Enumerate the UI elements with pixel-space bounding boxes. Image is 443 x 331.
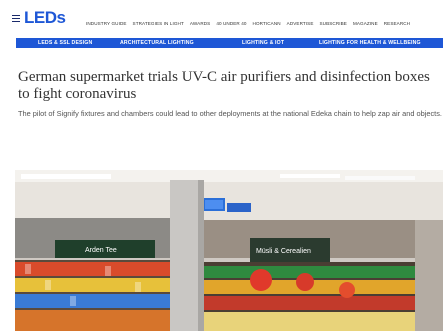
nav-subscribe[interactable]: SUBSCRIBE bbox=[320, 21, 347, 26]
nav-40-under-40[interactable]: 40 UNDER 40 bbox=[216, 21, 246, 26]
nav-advertise[interactable]: ADVERTISE bbox=[287, 21, 314, 26]
section-lighting-health[interactable]: LIGHTING FOR HEALTH & WELLBEING bbox=[319, 40, 421, 46]
article-hero-image: Arden Tee Müsli & Cerealien bbox=[15, 170, 443, 331]
site-header: LEDs INDUSTRY GUIDE STRATEGIES IN LIGHT … bbox=[0, 0, 443, 36]
nav-magazine[interactable]: MAGAZINE bbox=[353, 21, 378, 26]
section-architectural-lighting[interactable]: ARCHITECTURAL LIGHTING bbox=[120, 40, 194, 46]
nav-horticann[interactable]: HORTICANN bbox=[253, 21, 281, 26]
nav-industry-guide[interactable]: INDUSTRY GUIDE bbox=[86, 21, 127, 26]
aisle-sign-right: Müsli & Cerealien bbox=[256, 248, 311, 255]
hamburger-icon[interactable] bbox=[12, 15, 20, 23]
nav-awards[interactable]: AWARDS bbox=[190, 21, 210, 26]
site-logo[interactable]: LEDs bbox=[24, 8, 66, 28]
section-lighting-iot[interactable]: LIGHTING & IOT bbox=[242, 40, 284, 46]
section-nav: LEDS & SSL DESIGN ARCHITECTURAL LIGHTING… bbox=[16, 38, 443, 48]
section-leds-ssl-design[interactable]: LEDS & SSL DESIGN bbox=[38, 40, 92, 46]
top-nav: INDUSTRY GUIDE STRATEGIES IN LIGHT AWARD… bbox=[86, 21, 416, 26]
nav-strategies-in-light[interactable]: STRATEGIES IN LIGHT bbox=[133, 21, 184, 26]
aisle-sign-left: Arden Tee bbox=[85, 247, 117, 254]
article-title: German supermarket trials UV-C air purif… bbox=[18, 69, 430, 102]
article-dek: The pilot of Signify fixtures and chambe… bbox=[18, 109, 442, 118]
nav-research[interactable]: RESEARCH bbox=[384, 21, 410, 26]
